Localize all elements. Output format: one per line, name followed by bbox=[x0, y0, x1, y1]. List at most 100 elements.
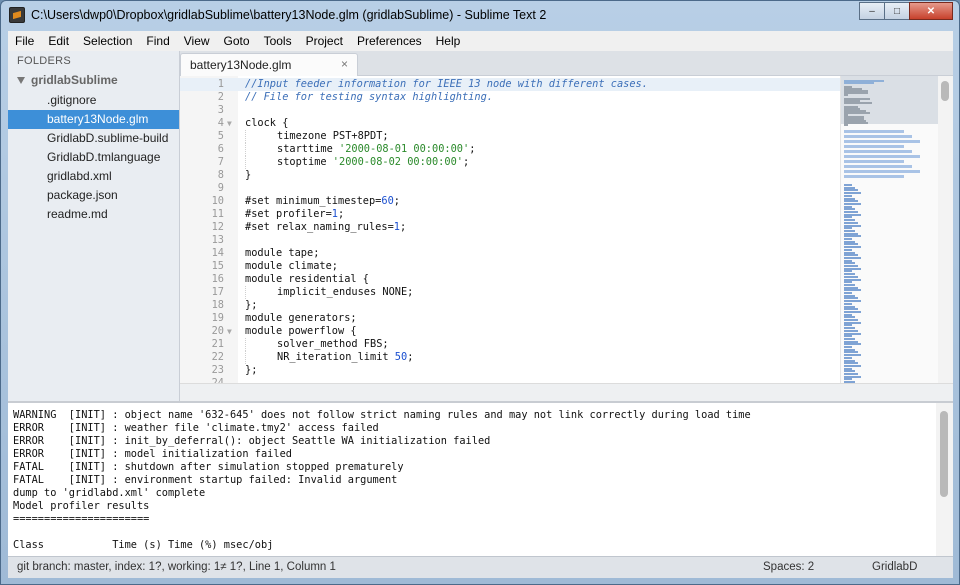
code-line[interactable]: 23}; bbox=[180, 364, 840, 377]
editor-vertical-scrollbar[interactable] bbox=[938, 76, 953, 401]
code-line[interactable]: 8} bbox=[180, 169, 840, 182]
minimap-line bbox=[844, 278, 861, 281]
status-syntax[interactable]: GridlabD bbox=[872, 561, 917, 573]
minimap-line bbox=[844, 346, 852, 348]
menu-item-tools[interactable]: Tools bbox=[257, 31, 299, 51]
code-text: timezone PST+8PDT; bbox=[245, 130, 389, 143]
console-scrollbar[interactable] bbox=[936, 403, 953, 556]
minimap-line bbox=[844, 224, 861, 227]
code-text: clock { bbox=[245, 117, 288, 130]
sublime-app-icon bbox=[9, 7, 25, 23]
minimap-line bbox=[844, 340, 858, 343]
code-line[interactable]: 15 module climate; bbox=[180, 260, 840, 273]
minimap-line bbox=[844, 221, 858, 224]
sidebar-file-item[interactable]: .gitignore bbox=[8, 91, 179, 110]
code-token: stoptime bbox=[277, 156, 333, 168]
code-line[interactable]: 4 ▼ clock { bbox=[180, 117, 840, 130]
tab-close-icon[interactable]: × bbox=[341, 57, 348, 71]
close-button[interactable]: ✕ bbox=[909, 2, 953, 20]
minimap-line bbox=[844, 202, 861, 205]
code-line[interactable]: 12 #set relax_naming_rules=1; bbox=[180, 221, 840, 234]
line-number: 22 bbox=[211, 351, 224, 363]
sidebar-file-item[interactable]: gridlabd.xml bbox=[8, 167, 179, 186]
minimap-line bbox=[844, 319, 858, 321]
menu-item-view[interactable]: View bbox=[177, 31, 217, 51]
minimap-line bbox=[844, 160, 904, 163]
indent-guide bbox=[245, 130, 246, 143]
console-line: FATAL [INIT] : environment startup faile… bbox=[13, 474, 398, 486]
menu-item-preferences[interactable]: Preferences bbox=[350, 31, 429, 51]
minimap-line bbox=[844, 229, 855, 232]
output-console[interactable]: WARNING [INIT] : object name '632-645' d… bbox=[8, 401, 953, 556]
editor-scroll-thumb[interactable] bbox=[941, 81, 949, 101]
status-indentation[interactable]: Spaces: 2 bbox=[763, 561, 814, 573]
minimize-button[interactable]: – bbox=[859, 2, 885, 20]
sidebar-file-item[interactable]: GridlabD.tmlanguage bbox=[8, 148, 179, 167]
minimap-line bbox=[844, 370, 855, 373]
code-line[interactable]: 3 bbox=[180, 104, 840, 117]
tab-battery13node[interactable]: battery13Node.glm × bbox=[180, 53, 358, 76]
code-line[interactable]: 6 starttime '2000-08-01 00:00:00'; bbox=[180, 143, 840, 156]
console-line: Model profiler results bbox=[13, 500, 150, 512]
minimap-line bbox=[844, 251, 855, 254]
minimap-line bbox=[844, 373, 858, 375]
line-number: 10 bbox=[211, 195, 224, 207]
code-area[interactable]: 1 //Input feeder information for IEEE 13 … bbox=[180, 78, 840, 390]
code-string: '2000-08-01 00:00:00' bbox=[339, 143, 470, 155]
editor-horizontal-scrollbar[interactable] bbox=[180, 383, 953, 401]
sidebar-file-item[interactable]: GridlabD.sublime-build bbox=[8, 129, 179, 148]
sidebar-file-item[interactable]: battery13Node.glm bbox=[8, 110, 179, 129]
minimap-line bbox=[844, 240, 855, 243]
minimap[interactable] bbox=[840, 76, 938, 401]
minimap-line bbox=[844, 354, 861, 357]
line-number: 21 bbox=[211, 338, 224, 350]
code-line[interactable]: 11 #set profiler=1; bbox=[180, 208, 840, 221]
menu-item-selection[interactable]: Selection bbox=[76, 31, 139, 51]
code-editor[interactable]: 1 //Input feeder information for IEEE 13 … bbox=[180, 76, 953, 401]
code-comment: // File for testing syntax highlighting. bbox=[245, 91, 493, 103]
code-line[interactable]: 7 stoptime '2000-08-02 00:00:00'; bbox=[180, 156, 840, 169]
window-controls: – □ ✕ bbox=[859, 2, 953, 20]
minimap-line bbox=[844, 343, 861, 346]
code-line[interactable]: 20 ▼ module powerflow { bbox=[180, 325, 840, 338]
minimap-line bbox=[844, 165, 912, 168]
code-number: 60 bbox=[381, 195, 394, 207]
minimap-line bbox=[844, 192, 861, 195]
code-line[interactable]: 16 module residential { bbox=[180, 273, 840, 286]
code-line[interactable]: 19 module generators; bbox=[180, 312, 840, 325]
code-line[interactable]: 17 implicit_enduses NONE; bbox=[180, 286, 840, 299]
maximize-button[interactable]: □ bbox=[884, 2, 910, 20]
menu-item-project[interactable]: Project bbox=[299, 31, 350, 51]
code-line[interactable]: 13 bbox=[180, 234, 840, 247]
code-line[interactable]: 18}; bbox=[180, 299, 840, 312]
code-line[interactable]: 5 timezone PST+8PDT; bbox=[180, 130, 840, 143]
code-line[interactable]: 10 #set minimum_timestep=60; bbox=[180, 195, 840, 208]
console-scroll-thumb[interactable] bbox=[940, 411, 948, 497]
folder-gridlabsublime[interactable]: gridlabSublime bbox=[17, 73, 118, 87]
code-line[interactable]: 14 module tape; bbox=[180, 247, 840, 260]
code-line[interactable]: 2 // File for testing syntax highlighting… bbox=[180, 91, 840, 104]
code-line[interactable]: 1 //Input feeder information for IEEE 13 … bbox=[180, 78, 840, 91]
fold-arrow-icon[interactable]: ▼ bbox=[227, 117, 232, 130]
console-line: FATAL [INIT] : shutdown after simulation… bbox=[13, 461, 404, 473]
code-line[interactable]: 21 solver_method FBS; bbox=[180, 338, 840, 351]
menu-item-edit[interactable]: Edit bbox=[41, 31, 76, 51]
disclosure-triangle-icon[interactable] bbox=[17, 76, 25, 84]
minimap-line bbox=[844, 208, 855, 211]
menu-item-help[interactable]: Help bbox=[429, 31, 468, 51]
title-bar[interactable]: C:\Users\dwp0\Dropbox\gridlabSublime\bat… bbox=[1, 1, 959, 31]
fold-arrow-icon[interactable]: ▼ bbox=[227, 325, 232, 338]
minimap-line bbox=[844, 219, 855, 222]
code-token: ; bbox=[407, 351, 414, 363]
minimap-line bbox=[844, 316, 855, 319]
menu-item-find[interactable]: Find bbox=[139, 31, 176, 51]
sidebar-file-item[interactable]: readme.md bbox=[8, 205, 179, 224]
menu-item-goto[interactable]: Goto bbox=[217, 31, 257, 51]
minimap-line bbox=[844, 292, 852, 294]
code-text: module tape; bbox=[245, 247, 319, 260]
code-line[interactable]: 9 bbox=[180, 182, 840, 195]
sidebar-file-item[interactable]: package.json bbox=[8, 186, 179, 205]
code-line[interactable]: 22 NR_iteration_limit 50; bbox=[180, 351, 840, 364]
menu-item-file[interactable]: File bbox=[8, 31, 41, 51]
code-token: module climate; bbox=[245, 260, 338, 272]
